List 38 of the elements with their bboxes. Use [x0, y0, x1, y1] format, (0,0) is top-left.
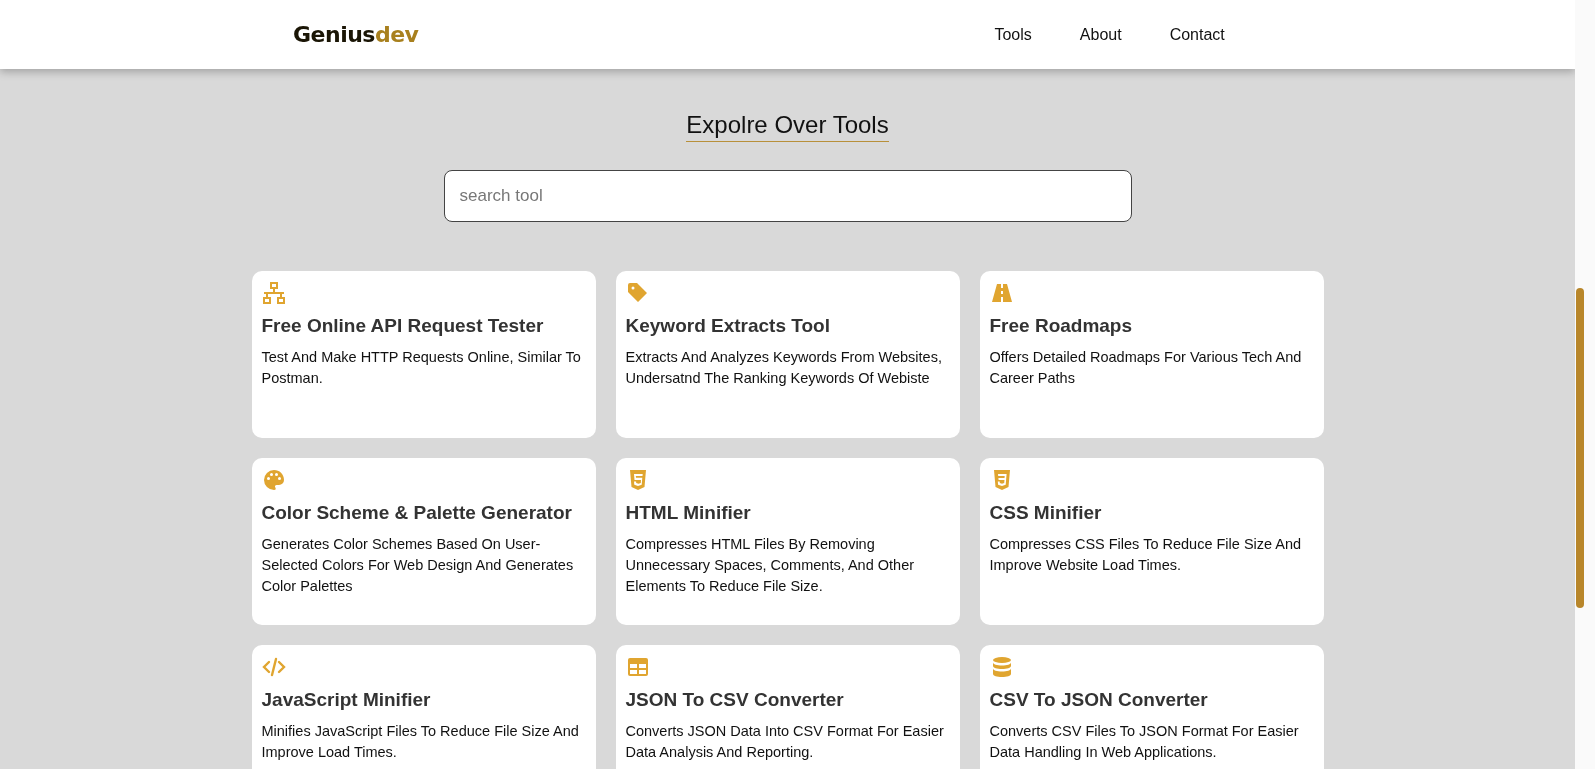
tool-title: JSON To CSV Converter — [625, 688, 845, 711]
tool-title: Keyword Extracts Tool — [625, 314, 831, 337]
tool-title: Free Roadmaps — [989, 314, 1134, 337]
search-field[interactable]: search tool — [443, 169, 1132, 222]
nav-link[interactable]: Tools — [988, 21, 1038, 48]
tag-icon — [625, 280, 650, 305]
tool-card[interactable]: JSON To CSV Converter Converts JSON Data Into CSV Format For Easier Data Analysis And Reporting. — [615, 644, 960, 769]
tool-card[interactable]: HTML Minifier Compresses HTML Files By Removing Unnecessary Spaces, Comments, And Other Elements To Reduce File Size. — [615, 457, 960, 625]
tool-description: Minifies JavaScript Files To Reduce File Size And Improve Load Times. — [261, 721, 580, 762]
tool-description: Test And Make HTTP Requests Online, Similar To Postman. — [261, 347, 582, 388]
tool-title: Free Online API Request Tester — [261, 314, 545, 337]
tool-card[interactable]: Color Scheme & Palette Generator Generates Color Schemes Based On User-Selected Colors For Web Design And Generates Color Palettes — [251, 457, 596, 625]
network-icon — [261, 280, 286, 305]
tool-card[interactable]: JavaScript Minifier Minifies JavaScript Files To Reduce File Size And Improve Load Times. — [251, 644, 596, 769]
tool-description: Compresses HTML Files By Removing Unnecessary Spaces, Comments, And Other Elements To Reduce File Size. — [625, 534, 916, 596]
tool-title: CSV To JSON Converter — [989, 688, 1209, 711]
tool-card[interactable]: Free Online API Request Tester Test And Make HTTP Requests Online, Similar To Postman. — [251, 270, 596, 438]
tool-card[interactable]: CSS Minifier Compresses CSS Files To Reduce File Size And Improve Website Load Times. — [979, 457, 1324, 625]
tool-card[interactable]: Free Roadmaps Offers Detailed Roadmaps For Various Tech And Career Paths — [979, 270, 1324, 438]
tool-title: Color Scheme & Palette Generator — [261, 501, 573, 524]
palette-icon — [261, 467, 286, 492]
page-heading: Expolre Over Tools — [686, 111, 889, 142]
tool-description: Offers Detailed Roadmaps For Various Tech And Career Paths — [989, 347, 1303, 388]
scrollbar-thumb[interactable] — [1576, 288, 1584, 608]
tool-title: JavaScript Minifier — [261, 688, 432, 711]
nav-link[interactable]: About — [1073, 21, 1128, 48]
logo[interactable]: Geniusdev — [293, 22, 419, 47]
tool-description: Generates Color Schemes Based On User-Selected Colors For Web Design And Generates Color Palettes — [261, 534, 575, 596]
tool-card[interactable]: CSV To JSON Converter Converts CSV Files To JSON Format For Easier Data Handling In Web Applications. — [979, 644, 1324, 769]
scrollbar[interactable] — [1575, 0, 1595, 769]
tool-description: Extracts And Analyzes Keywords From Websites, Undersatnd The Ranking Keywords Of Webiste — [625, 347, 943, 388]
tool-title: HTML Minifier — [625, 501, 752, 524]
tool-description: Converts JSON Data Into CSV Format For Easier Data Analysis And Reporting. — [625, 721, 945, 762]
tool-title: CSS Minifier — [989, 501, 1103, 524]
tool-card[interactable]: Keyword Extracts Tool Extracts And Analyzes Keywords From Websites, Undersatnd The Ranking Keywords Of Webiste — [615, 270, 960, 438]
tool-description: Converts CSV Files To JSON Format For Easier Data Handling In Web Applications. — [989, 721, 1300, 762]
tool-description: Compresses CSS Files To Reduce File Size And Improve Website Load Times. — [989, 534, 1303, 575]
nav-link[interactable]: Contact — [1163, 21, 1231, 48]
